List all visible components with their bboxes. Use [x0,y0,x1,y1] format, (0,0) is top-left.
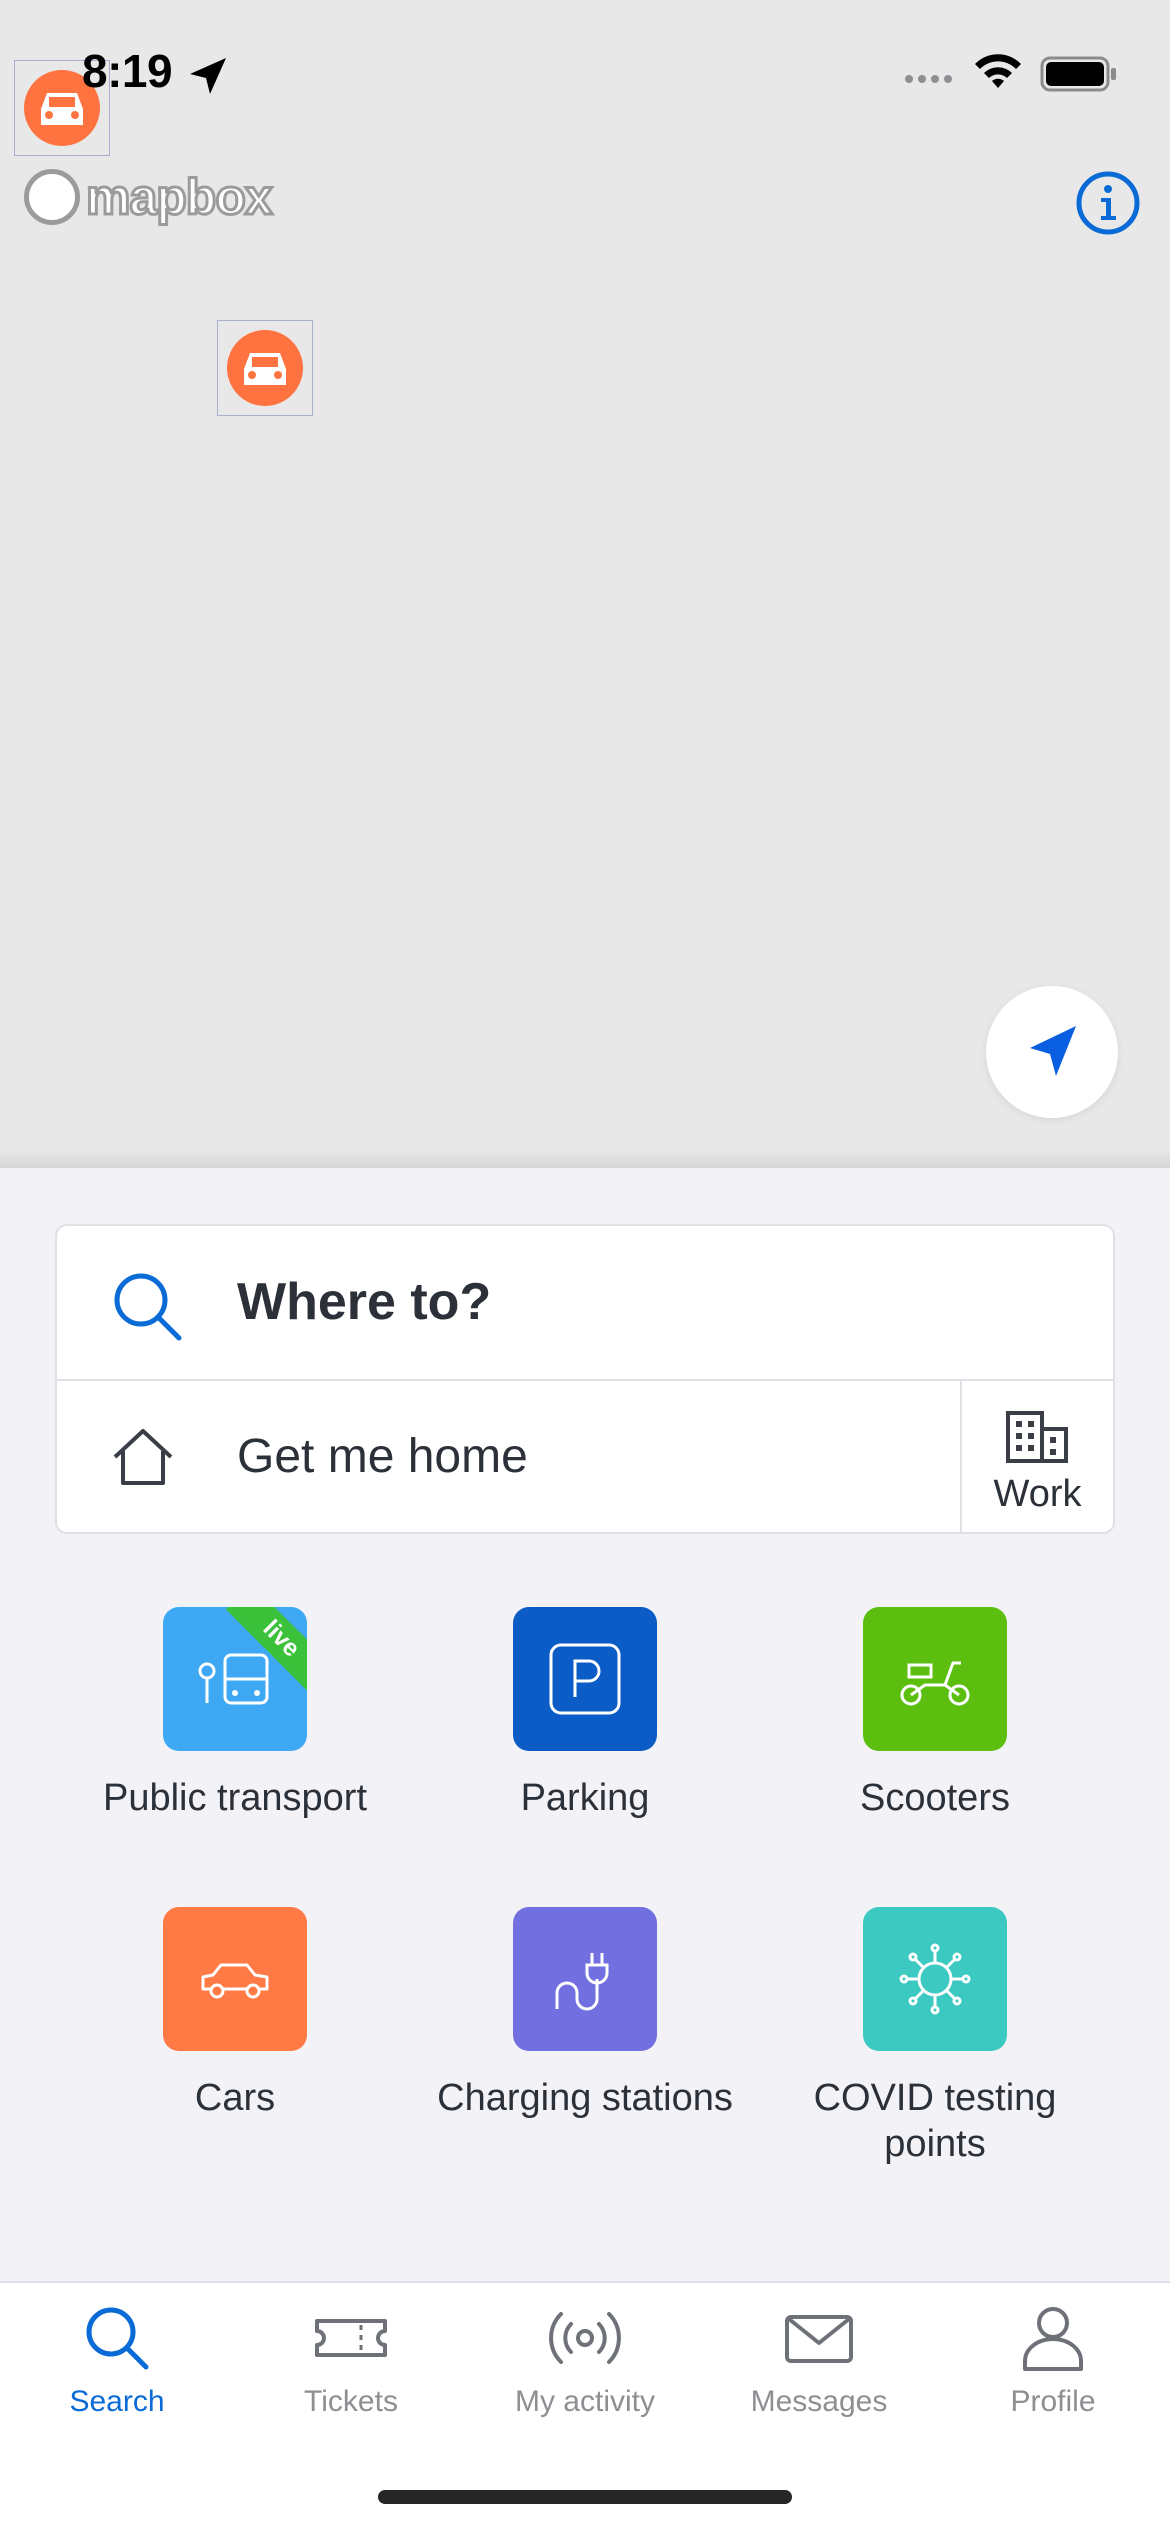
plug-icon [555,1953,609,2011]
status-bar: 8:19 [0,0,1170,140]
tab-my-activity[interactable]: My activity [468,2303,702,2419]
mapbox-logo[interactable]: mapbox [24,166,280,228]
building-icon [1006,1411,1068,1463]
battery-icon [1040,56,1116,92]
category-tile: live [163,1607,307,1751]
category-label: COVID testing points [813,2077,1057,2165]
ticket-icon [315,2319,387,2357]
person-icon [1023,2307,1083,2371]
work-button[interactable]: Work [960,1381,1113,1532]
category-tile [863,1607,1007,1751]
location-arrow-icon [1030,1026,1076,1076]
tab-tickets[interactable]: Tickets [234,2303,468,2419]
mapbox-wordmark: mapbox [85,168,275,227]
bus-icon [198,1653,269,1705]
wifi-icon [975,54,1021,88]
locate-me-button[interactable] [986,986,1118,1118]
category-label: Cars [194,2077,276,2119]
category-tile [513,1907,657,2051]
virus-icon [899,1943,971,2015]
get-me-home-label: Get me home [237,1430,528,1483]
search-icon [114,1273,182,1341]
category-covid-testing[interactable]: COVID testing points [760,1907,1110,2167]
map-view[interactable]: mapbox [0,0,1170,1168]
search-placeholder: Where to? [237,1273,492,1331]
get-me-home-button[interactable]: Get me home [57,1381,960,1532]
category-tile [163,1907,307,2051]
car-marker[interactable] [217,320,313,416]
sheet-shadow [0,1150,1170,1168]
home-indicator[interactable] [378,2490,792,2504]
car-icon [201,1963,269,1999]
search-card: Where to? Get me home Work [55,1224,1115,1534]
cellular-signal-icon [905,70,957,88]
info-icon[interactable] [1075,170,1141,236]
category-scooters[interactable]: Scooters [760,1607,1110,1821]
car-icon [244,353,286,385]
category-cars[interactable]: Cars [60,1907,410,2121]
tab-label: My activity [514,2385,655,2418]
parking-icon [549,1643,621,1715]
mapbox-compass-icon [24,169,80,225]
tab-label: Search [69,2385,165,2418]
tab-label: Messages [750,2385,888,2418]
search-icon [86,2307,149,2370]
category-public-transport[interactable]: live Public transport [60,1607,410,1821]
category-label: Charging stations [437,2077,733,2119]
category-charging-stations[interactable]: Charging stations [410,1907,760,2121]
scooter-icon [900,1661,970,1706]
category-parking[interactable]: Parking [410,1607,760,1821]
tab-label: Profile [1010,2385,1096,2418]
category-tile [513,1607,657,1751]
tab-label: Tickets [304,2385,398,2418]
tab-profile[interactable]: Profile [936,2303,1170,2419]
status-time: 8:19 [82,45,173,97]
home-icon [113,1429,173,1485]
location-services-icon [190,58,226,94]
search-field[interactable]: Where to? [57,1226,1113,1381]
activity-icon [549,2312,621,2364]
category-label: Parking [520,1777,650,1819]
category-tile [863,1907,1007,2051]
tab-search[interactable]: Search [0,2303,234,2419]
category-label: Public transport [102,1777,367,1819]
category-label: Scooters [860,1777,1010,1819]
envelope-icon [785,2315,853,2363]
tab-messages[interactable]: Messages [702,2303,936,2419]
work-label: Work [993,1473,1082,1515]
